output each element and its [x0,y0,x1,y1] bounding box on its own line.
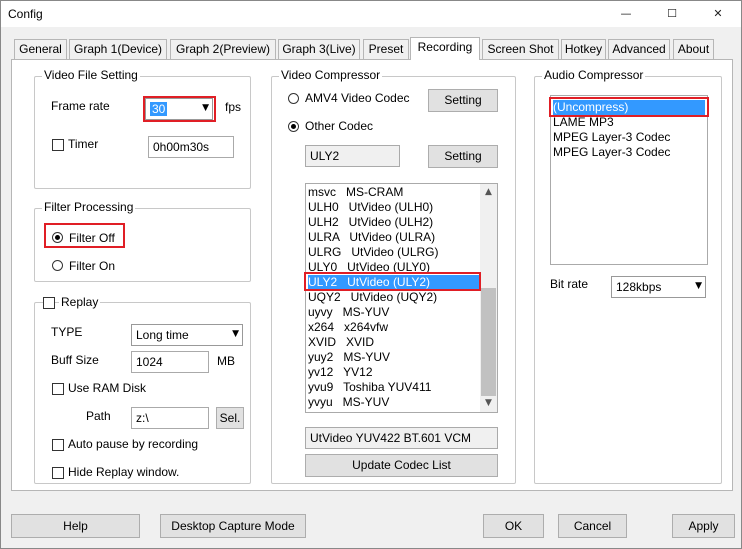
tab-screen-shot[interactable]: Screen Shot [482,39,559,59]
list-item[interactable]: yvyu MS-YUV [308,395,480,410]
video-file-group: Video File Setting Frame rate 30 ▼ fps T… [34,68,251,189]
bitrate-select[interactable]: 128kbps ▼ [611,276,706,298]
buff-size-input[interactable]: 1024 [131,351,209,373]
tab-general[interactable]: General [14,39,67,59]
tab-graph1[interactable]: Graph 1(Device) [69,39,167,59]
tab-recording[interactable]: Recording [410,37,480,60]
window-title: Config [8,7,43,21]
ram-disk-label: Use RAM Disk [68,381,147,395]
annotation-frame-rate [143,96,216,122]
annotation-uncompress [549,97,709,117]
bitrate-label: Bit rate [550,277,589,291]
list-item[interactable]: ULRA UtVideo (ULRA) [308,230,480,245]
list-item[interactable]: LAME MP3 [553,115,705,130]
filter-group: Filter Processing Filter Off Filter On [34,200,251,282]
config-window: Config — ☐ ✕ General Graph 1(Device) Gra… [0,0,742,549]
fps-label: fps [225,100,242,114]
tab-preset[interactable]: Preset [363,39,409,59]
recording-page: Video File Setting Frame rate 30 ▼ fps T… [11,59,733,491]
video-file-title: Video File Setting [42,68,140,82]
ram-disk-checkbox[interactable] [52,383,64,395]
chevron-down-icon: ▼ [232,329,239,339]
tab-about[interactable]: About [673,39,714,59]
codec-list-scrollbar[interactable]: ▲ ▼ [480,184,497,412]
frame-rate-label: Frame rate [51,99,110,113]
hide-replay-checkbox[interactable] [52,467,64,479]
auto-pause-label: Auto pause by recording [68,437,199,451]
list-item[interactable]: ULH2 UtVideo (ULH2) [308,215,480,230]
hide-replay-label: Hide Replay window. [68,465,180,479]
path-select-button[interactable]: Sel. [216,407,244,429]
type-select[interactable]: Long time ▼ [131,324,243,346]
list-item[interactable]: XVID XVID [308,335,480,350]
list-item[interactable]: msvc MS-CRAM [308,185,480,200]
list-item[interactable]: MPEG Layer-3 Codec [553,145,705,160]
list-item[interactable]: x264 x264vfw [308,320,480,335]
filter-title: Filter Processing [42,200,136,214]
tab-graph2[interactable]: Graph 2(Preview) [170,39,276,59]
other-codec-label: Other Codec [305,119,374,133]
ok-button[interactable]: OK [483,514,544,538]
timer-label: Timer [68,137,99,151]
codec-list[interactable]: msvc MS-CRAM ULH0 UtVideo (ULH0) ULH2 Ut… [305,183,498,413]
other-codec-radio[interactable] [288,121,299,132]
help-button[interactable]: Help [11,514,140,538]
amv4-radio[interactable] [288,93,299,104]
filter-on-radio[interactable] [52,260,63,271]
type-label: TYPE [51,325,83,339]
scroll-thumb[interactable] [481,288,496,396]
audio-compressor-group: Audio Compressor (Uncompress) LAME MP3 M… [534,68,722,484]
codec-description-field: UtVideo YUV422 BT.601 VCM [305,427,498,449]
chevron-down-icon: ▼ [695,281,702,291]
path-input[interactable]: z:\ [131,407,209,429]
timer-checkbox[interactable] [52,139,64,151]
list-item[interactable]: yv12 YV12 [308,365,480,380]
tab-advanced[interactable]: Advanced [608,39,670,59]
replay-checkbox[interactable] [43,297,55,309]
video-compressor-group: Video Compressor AMV4 Video Codec Settin… [271,68,516,484]
update-codec-list-button[interactable]: Update Codec List [305,454,498,477]
bitrate-value: 128kbps [616,280,662,294]
minimize-icon[interactable]: — [603,1,649,27]
tab-graph3[interactable]: Graph 3(Live) [278,39,360,59]
cancel-button[interactable]: Cancel [558,514,627,538]
apply-button[interactable]: Apply [672,514,735,538]
scroll-down-icon[interactable]: ▼ [480,395,497,412]
type-value: Long time [136,328,189,342]
list-item[interactable]: yuy2 MS-YUV [308,350,480,365]
path-label: Path [86,409,111,423]
audio-compressor-title: Audio Compressor [542,68,646,82]
list-item[interactable]: UQY2 UtVideo (UQY2) [308,290,480,305]
audio-codec-list[interactable]: (Uncompress) LAME MP3 MPEG Layer-3 Codec… [550,95,708,265]
list-item[interactable]: MPEG Layer-3 Codec [553,130,705,145]
desktop-capture-button[interactable]: Desktop Capture Mode [160,514,306,538]
title-bar: Config — ☐ ✕ [1,1,741,27]
tab-hotkey[interactable]: Hotkey [561,39,606,59]
amv4-setting-button[interactable]: Setting [428,89,498,112]
replay-group: Replay TYPE Long time ▼ Buff Size 1024 M… [34,295,251,484]
annotation-filter-off [44,223,125,248]
amv4-label: AMV4 Video Codec [305,91,410,105]
video-compressor-title: Video Compressor [279,68,383,82]
current-codec-field: ULY2 [305,145,400,167]
scroll-up-icon[interactable]: ▲ [480,184,497,201]
annotation-selected-codec [304,272,481,291]
filter-on-label: Filter On [69,259,116,273]
timer-input[interactable]: 0h00m30s [148,136,234,158]
other-setting-button[interactable]: Setting [428,145,498,168]
close-icon[interactable]: ✕ [695,1,741,27]
list-item[interactable]: yvu9 Toshiba YUV411 [308,380,480,395]
list-item[interactable]: uyvy MS-YUV [308,305,480,320]
buff-size-label: Buff Size [51,353,99,367]
auto-pause-checkbox[interactable] [52,439,64,451]
maximize-icon[interactable]: ☐ [649,1,695,27]
buff-unit-label: MB [217,354,235,368]
replay-label: Replay [59,295,101,309]
list-item[interactable]: ULRG UtVideo (ULRG) [308,245,480,260]
list-item[interactable]: ULH0 UtVideo (ULH0) [308,200,480,215]
